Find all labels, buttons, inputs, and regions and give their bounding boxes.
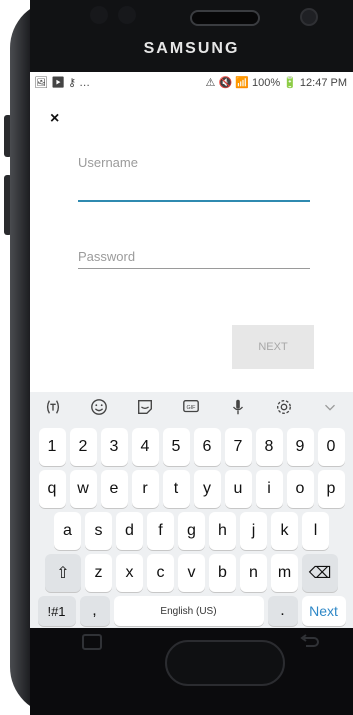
app-screen: 🖼 ▶ ⚷ … ⚠ 🔇 📶 100% 🔋 12:47 PM × Username… bbox=[30, 72, 353, 628]
keyboard-next-key[interactable]: Next bbox=[301, 596, 346, 626]
key-t[interactable]: t bbox=[162, 470, 190, 508]
status-right: ⚠ 🔇 📶 100% 🔋 12:47 PM bbox=[205, 77, 347, 89]
microphone-icon[interactable] bbox=[215, 398, 261, 416]
text-icon[interactable] bbox=[30, 398, 76, 416]
key-7[interactable]: 7 bbox=[224, 428, 252, 466]
key-4[interactable]: 4 bbox=[131, 428, 159, 466]
key-2[interactable]: 2 bbox=[69, 428, 97, 466]
key-a[interactable]: a bbox=[54, 512, 81, 550]
recent-apps-icon[interactable] bbox=[82, 634, 102, 650]
key-n[interactable]: n bbox=[240, 554, 267, 592]
key-f[interactable]: f bbox=[147, 512, 174, 550]
sensor-icon bbox=[118, 6, 136, 24]
key-y[interactable]: y bbox=[193, 470, 221, 508]
keyboard-row-bottom: !#1 , English (US) . Next bbox=[30, 596, 353, 626]
settings-icon[interactable] bbox=[261, 398, 307, 416]
space-key[interactable]: English (US) bbox=[113, 596, 264, 626]
key-u[interactable]: u bbox=[224, 470, 252, 508]
close-button[interactable]: × bbox=[50, 110, 59, 128]
phone-navbar bbox=[30, 628, 353, 715]
key-q[interactable]: q bbox=[38, 470, 66, 508]
keyboard-row-numbers: 1 2 3 4 5 6 7 8 9 0 bbox=[30, 428, 353, 466]
username-label: Username bbox=[78, 155, 138, 170]
comma-key[interactable]: , bbox=[79, 596, 110, 626]
key-w[interactable]: w bbox=[69, 470, 97, 508]
keyboard: GIF 1 2 3 4 5 6 7 8 9 0 q w e r t y u i … bbox=[30, 392, 353, 628]
key-g[interactable]: g bbox=[178, 512, 205, 550]
key-x[interactable]: x bbox=[116, 554, 143, 592]
key-b[interactable]: b bbox=[209, 554, 236, 592]
key-0[interactable]: 0 bbox=[317, 428, 345, 466]
key-v[interactable]: v bbox=[178, 554, 205, 592]
key-5[interactable]: 5 bbox=[162, 428, 190, 466]
gif-icon[interactable]: GIF bbox=[168, 398, 214, 416]
key-1[interactable]: 1 bbox=[38, 428, 66, 466]
key-d[interactable]: d bbox=[116, 512, 143, 550]
front-camera-icon bbox=[300, 8, 318, 26]
backspace-key[interactable]: ⌫ bbox=[302, 554, 338, 592]
back-icon[interactable] bbox=[300, 634, 320, 648]
brand-logo: SAMSUNG bbox=[143, 40, 240, 57]
username-input[interactable] bbox=[78, 200, 310, 202]
key-3[interactable]: 3 bbox=[100, 428, 128, 466]
key-o[interactable]: o bbox=[286, 470, 314, 508]
password-label: Password bbox=[78, 249, 136, 264]
key-8[interactable]: 8 bbox=[255, 428, 283, 466]
home-button[interactable] bbox=[165, 640, 285, 686]
password-input[interactable] bbox=[78, 268, 310, 269]
period-key[interactable]: . bbox=[267, 596, 298, 626]
key-c[interactable]: c bbox=[147, 554, 174, 592]
speaker-icon bbox=[190, 10, 260, 26]
sticker-icon[interactable] bbox=[122, 398, 168, 416]
key-s[interactable]: s bbox=[85, 512, 112, 550]
key-9[interactable]: 9 bbox=[286, 428, 314, 466]
status-left-icons: 🖼 ▶ ⚷ … bbox=[34, 77, 91, 89]
key-l[interactable]: l bbox=[302, 512, 329, 550]
key-h[interactable]: h bbox=[209, 512, 236, 550]
key-p[interactable]: p bbox=[317, 470, 345, 508]
phone-frame: SAMSUNG 🖼 ▶ ⚷ … ⚠ 🔇 📶 100% 🔋 12:47 PM × … bbox=[0, 0, 353, 715]
status-bar: 🖼 ▶ ⚷ … ⚠ 🔇 📶 100% 🔋 12:47 PM bbox=[30, 72, 353, 94]
chevron-down-icon[interactable] bbox=[307, 398, 353, 416]
next-button[interactable]: NEXT bbox=[232, 325, 314, 369]
key-z[interactable]: z bbox=[85, 554, 112, 592]
svg-text:GIF: GIF bbox=[187, 405, 197, 411]
shift-key[interactable]: ⇧ bbox=[45, 554, 81, 592]
symbols-key[interactable]: !#1 bbox=[37, 596, 76, 626]
keyboard-row-zxcv: ⇧ z x c v b n m ⌫ bbox=[30, 554, 353, 592]
key-m[interactable]: m bbox=[271, 554, 298, 592]
keyboard-row-qwerty: q w e r t y u i o p bbox=[30, 470, 353, 508]
keyboard-toolbar: GIF bbox=[30, 392, 353, 422]
key-j[interactable]: j bbox=[240, 512, 267, 550]
key-r[interactable]: r bbox=[131, 470, 159, 508]
key-i[interactable]: i bbox=[255, 470, 283, 508]
emoji-icon[interactable] bbox=[76, 398, 122, 416]
sensor-icon bbox=[90, 6, 108, 24]
keyboard-row-asdf: a s d f g h j k l bbox=[30, 512, 353, 550]
key-e[interactable]: e bbox=[100, 470, 128, 508]
key-6[interactable]: 6 bbox=[193, 428, 221, 466]
phone-top: SAMSUNG bbox=[30, 0, 353, 72]
key-k[interactable]: k bbox=[271, 512, 298, 550]
